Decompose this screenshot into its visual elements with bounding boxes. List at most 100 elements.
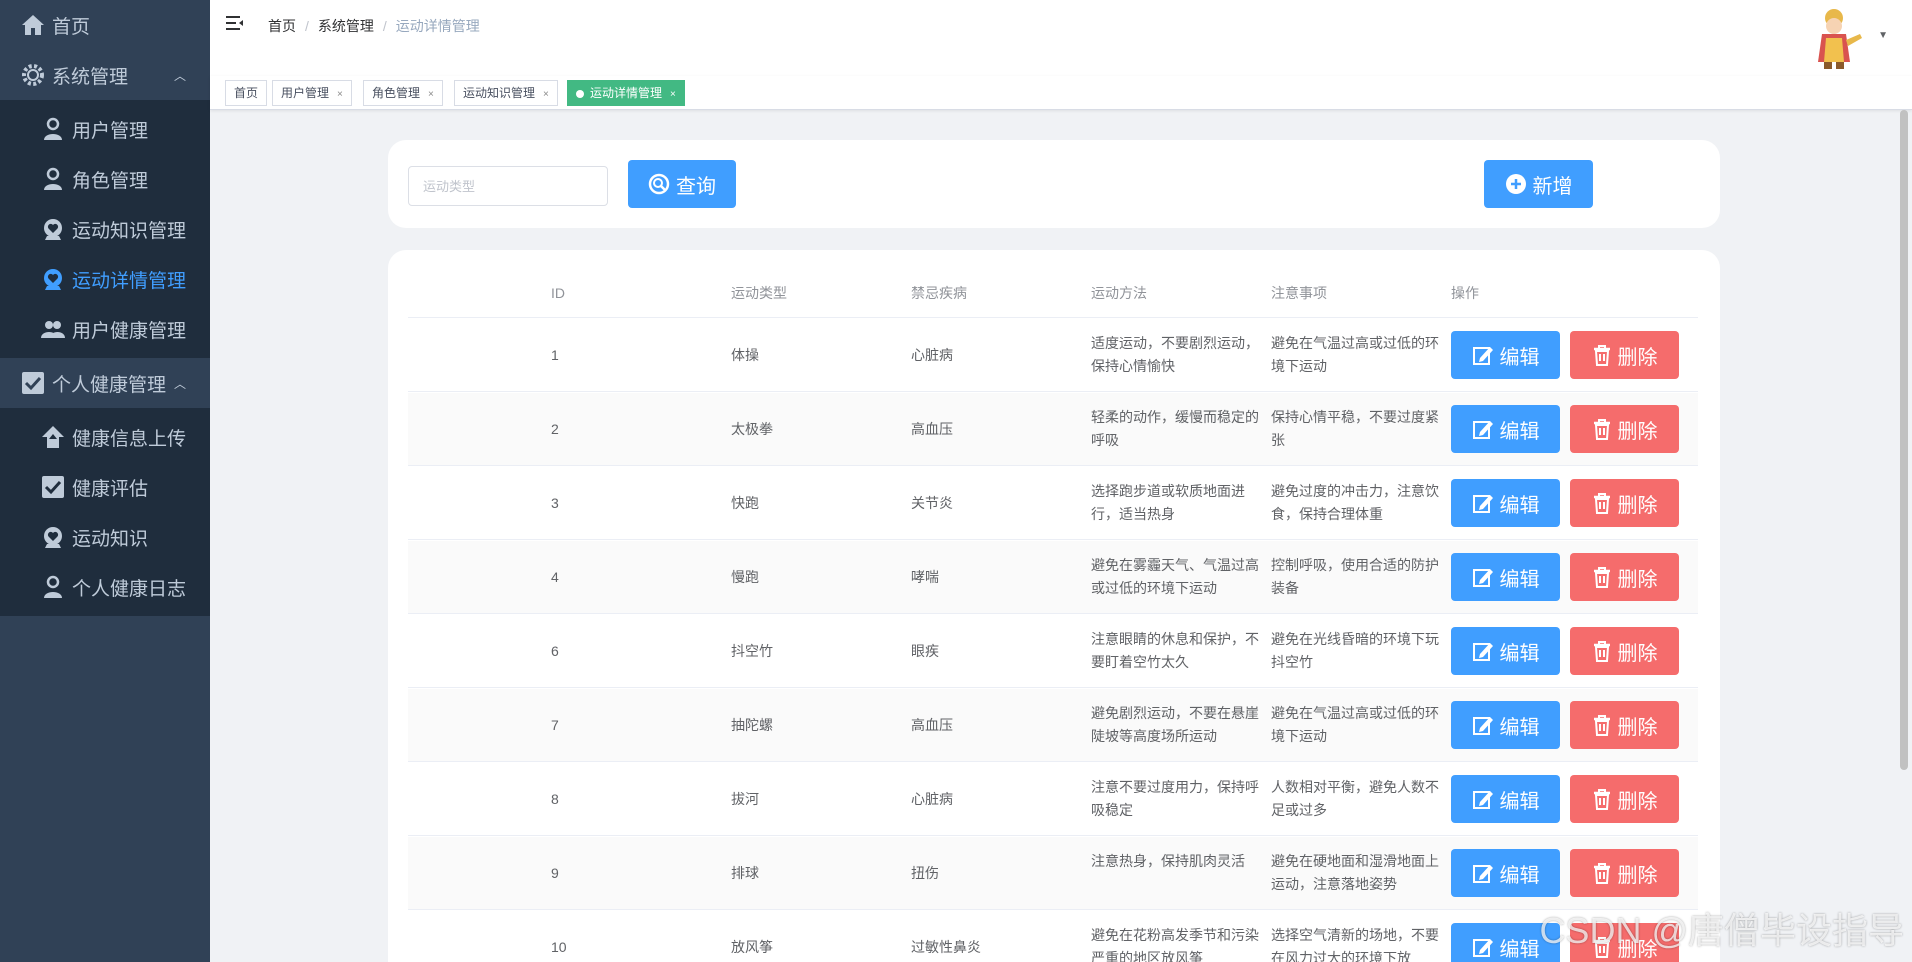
edit-button[interactable]: 编辑 — [1451, 701, 1560, 749]
cell-note: 避免在硬地面和湿滑地面上运动，注意落地姿势 — [1271, 853, 1439, 892]
cell-method: 避免在花粉高发季节和污染严重的地区放风筝 — [1091, 927, 1259, 962]
cell-method: 避免在雾霾天气、气温过高或过低的环境下运动 — [1091, 557, 1259, 596]
active-dot-icon — [576, 89, 584, 98]
delete-button[interactable]: 删除 — [1570, 775, 1679, 823]
add-button-label: 新增 — [1532, 175, 1573, 198]
tag-sport-knowledge[interactable]: 运动知识管理 × — [454, 80, 558, 106]
delete-button[interactable]: 删除 — [1570, 331, 1679, 379]
header-type: 运动类型 — [731, 285, 787, 301]
cell-note: 避免在气温过高或过低的环境下运动 — [1271, 335, 1439, 374]
delete-button[interactable]: 删除 — [1570, 849, 1679, 897]
edit-button[interactable]: 编辑 — [1451, 849, 1560, 897]
delete-button[interactable]: 删除 — [1570, 479, 1679, 527]
home-icon — [20, 12, 46, 38]
sidebar-item-label: 健康评估 — [72, 478, 149, 500]
edit-button[interactable]: 编辑 — [1451, 627, 1560, 675]
delete-button-label: 删除 — [1617, 494, 1658, 517]
edit-button[interactable]: 编辑 — [1451, 553, 1560, 601]
sidebar-item-health-eval[interactable]: 健康评估 — [0, 462, 210, 512]
sidebar-item-label: 个人健康日志 — [72, 578, 187, 600]
watermark: CSDN @唐僧毕设指导 — [1539, 910, 1904, 951]
cell-method: 轻柔的动作，缓慢而稳定的呼吸 — [1091, 409, 1259, 448]
delete-button[interactable]: 删除 — [1570, 553, 1679, 601]
edit-icon — [1472, 347, 1493, 365]
sidebar-group-personal[interactable]: 个人健康管理 ︿ — [0, 358, 210, 408]
user-icon — [40, 116, 66, 142]
tag-label: 运动知识管理 — [463, 86, 536, 100]
sidebar-item-health-upload[interactable]: 健康信息上传 — [0, 412, 210, 462]
chevron-up-icon: ︿ — [173, 68, 186, 83]
navbar: 首页 / 系统管理 / 运动详情管理 ▼ — [210, 0, 1912, 76]
cell-id: 10 — [551, 939, 567, 955]
cell-disease: 哮喘 — [911, 569, 939, 585]
sidebar-item-health-log[interactable]: 个人健康日志 — [0, 562, 210, 612]
sidebar-item-label: 健康信息上传 — [72, 428, 187, 450]
table-row: 6 抖空竹 眼疾 注意眼睛的休息和保护，不要盯着空竹太久 避免在光线昏暗的环境下玩抖空竹… — [408, 615, 1698, 688]
trash-icon — [1593, 493, 1610, 514]
query-button[interactable]: 查询 — [628, 160, 736, 208]
close-icon[interactable]: × — [670, 89, 676, 100]
tag-home[interactable]: 首页 — [225, 80, 268, 106]
cell-type: 抖空竹 — [731, 643, 773, 659]
cell-disease: 心脏病 — [911, 791, 953, 807]
tag-label: 角色管理 — [372, 86, 421, 100]
edit-button-label: 编辑 — [1499, 864, 1540, 887]
close-icon[interactable]: × — [543, 89, 549, 100]
tag-sport-detail[interactable]: 运动详情管理 × — [567, 80, 685, 106]
edit-button-label: 编辑 — [1499, 938, 1540, 961]
breadcrumb-home[interactable]: 首页 — [268, 16, 296, 36]
tag-label: 用户管理 — [281, 86, 330, 100]
edit-button[interactable]: 编辑 — [1451, 331, 1560, 379]
edit-icon — [1472, 643, 1493, 661]
delete-button[interactable]: 删除 — [1570, 701, 1679, 749]
edit-button[interactable]: 编辑 — [1451, 405, 1560, 453]
sidebar-item-home[interactable]: 首页 — [0, 0, 210, 50]
edit-button-label: 编辑 — [1499, 568, 1540, 591]
sidebar-item-sport-detail[interactable]: 运动详情管理 — [0, 254, 210, 304]
edit-button-label: 编辑 — [1499, 642, 1540, 665]
table-row: 9 排球 扭伤 注意热身，保持肌肉灵活 避免在硬地面和湿滑地面上运动，注意落地姿势 编辑 删… — [408, 837, 1698, 910]
add-button[interactable]: 新增 — [1484, 160, 1593, 208]
header-actions: 操作 — [1451, 285, 1479, 301]
edit-button[interactable]: 编辑 — [1451, 479, 1560, 527]
breadcrumb-system[interactable]: 系统管理 — [318, 16, 374, 36]
cell-note: 选择空气清新的场地，不要在风力过大的环境下放 — [1271, 927, 1439, 962]
sidebar-group-system[interactable]: 系统管理 ︿ — [0, 50, 210, 100]
delete-button-label: 删除 — [1617, 790, 1658, 813]
edit-button[interactable]: 编辑 — [1451, 775, 1560, 823]
close-icon[interactable]: × — [337, 89, 343, 100]
scrollbar[interactable] — [1900, 110, 1908, 770]
sidebar-item-knowledge[interactable]: 运动知识 — [0, 512, 210, 562]
checkbox-icon — [20, 370, 46, 396]
tag-users[interactable]: 用户管理 × — [272, 80, 352, 106]
delete-button-label: 删除 — [1617, 716, 1658, 739]
sidebar-item-users[interactable]: 用户管理 — [0, 104, 210, 154]
table-row: 7 抽陀螺 高血压 避免剧烈运动，不要在悬崖陡坡等高度场所运动 避免在气温过高或过低的环… — [408, 689, 1698, 762]
close-icon[interactable]: × — [428, 89, 434, 100]
chevron-up-icon: ︿ — [173, 376, 186, 391]
trash-icon — [1593, 789, 1610, 810]
tag-roles[interactable]: 角色管理 × — [363, 80, 443, 106]
checkbox-icon — [40, 474, 66, 500]
avatar[interactable] — [1806, 4, 1866, 70]
edit-icon — [1472, 791, 1493, 809]
sport-type-search-input[interactable] — [408, 166, 608, 206]
sidebar-item-user-health[interactable]: 用户健康管理 — [0, 304, 210, 354]
hamburger-icon[interactable] — [226, 15, 244, 31]
edit-icon — [1472, 569, 1493, 587]
heart-badge-icon — [40, 216, 66, 242]
cell-disease: 高血压 — [911, 717, 953, 733]
edit-icon — [1472, 421, 1493, 439]
delete-button-label: 删除 — [1617, 568, 1658, 591]
delete-button[interactable]: 删除 — [1570, 405, 1679, 453]
sidebar-item-roles[interactable]: 角色管理 — [0, 154, 210, 204]
sidebar-group-label: 个人健康管理 — [52, 374, 167, 396]
table-header: ID 运动类型 禁忌疾病 运动方法 注意事项 操作 — [408, 268, 1698, 318]
cell-id: 9 — [551, 865, 559, 881]
edit-button-label: 编辑 — [1499, 716, 1540, 739]
caret-down-icon[interactable]: ▼ — [1878, 30, 1888, 41]
cell-id: 8 — [551, 791, 559, 807]
delete-button[interactable]: 删除 — [1570, 627, 1679, 675]
cell-id: 2 — [551, 421, 559, 437]
sidebar-item-sport-knowledge[interactable]: 运动知识管理 — [0, 204, 210, 254]
